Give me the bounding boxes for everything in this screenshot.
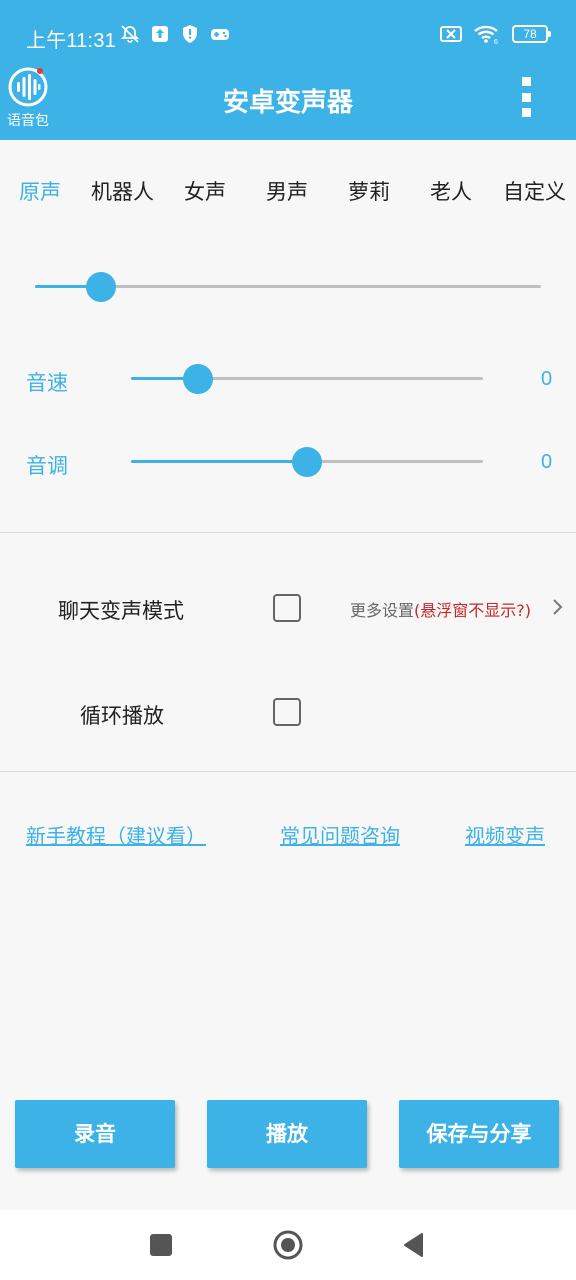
svg-text:6: 6 [494, 39, 498, 44]
more-vert-icon[interactable] [520, 77, 532, 117]
shield-icon [183, 25, 197, 43]
tab-elderly[interactable]: 老人 [430, 176, 472, 206]
status-icons-right: 6 78 [440, 24, 551, 44]
wifi-icon: 6 [474, 25, 498, 44]
chat-mode-checkbox[interactable] [273, 594, 301, 622]
tab-robot[interactable]: 机器人 [91, 176, 154, 206]
tab-male[interactable]: 男声 [266, 176, 308, 206]
upload-icon [152, 26, 168, 42]
effect-slider[interactable] [35, 270, 541, 304]
pitch-value: 0 [541, 451, 553, 473]
app-bar: 语音包 安卓变声器 [0, 60, 576, 140]
pitch-slider-thumb[interactable] [292, 447, 322, 477]
status-time: 上午11:31 [26, 30, 116, 52]
divider [0, 532, 576, 533]
tab-female[interactable]: 女声 [184, 176, 226, 206]
divider [0, 771, 576, 772]
video-voice-link[interactable]: 视频变声 [465, 820, 545, 849]
speed-value: 0 [541, 368, 553, 390]
tab-custom[interactable]: 自定义 [503, 176, 566, 206]
sim-off-icon [440, 26, 462, 42]
home-icon[interactable] [272, 1229, 304, 1261]
more-settings-label: 更多设置 [350, 601, 415, 620]
battery-icon: 78 [512, 25, 551, 43]
tutorial-link[interactable]: 新手教程（建议看） [26, 820, 206, 849]
loop-play-label: 循环播放 [80, 704, 164, 728]
floating-window-note: (悬浮窗不显示?) [414, 601, 531, 620]
recents-icon[interactable] [150, 1234, 172, 1256]
pitch-slider-fill [131, 460, 307, 463]
notification-dot [37, 68, 43, 74]
record-button[interactable]: 录音 [15, 1100, 175, 1168]
app-title: 安卓变声器 [222, 88, 353, 118]
chevron-right-icon[interactable] [551, 598, 563, 616]
voice-tabs: 原声 机器人 女声 男声 萝莉 老人 自定义 [0, 176, 576, 216]
pitch-label: 音调 [26, 454, 68, 478]
more-settings-link[interactable]: 更多设置(悬浮窗不显示?) [350, 597, 531, 621]
tab-loli[interactable]: 萝莉 [348, 176, 390, 206]
effect-slider-thumb[interactable] [85, 272, 116, 302]
chat-mode-label: 聊天变声模式 [58, 599, 184, 623]
speed-slider[interactable] [131, 362, 483, 396]
speed-label: 音速 [26, 371, 68, 395]
gamepad-icon [211, 29, 229, 40]
pitch-slider[interactable] [131, 445, 483, 479]
header: 上午11:31 6 78 语音包 安卓变声器 [0, 0, 576, 140]
play-button[interactable]: 播放 [207, 1100, 367, 1168]
tab-original[interactable]: 原声 [19, 176, 61, 206]
status-icons-left [120, 24, 230, 44]
speed-slider-thumb[interactable] [182, 364, 213, 394]
loop-play-checkbox[interactable] [273, 698, 301, 726]
navigation-bar [0, 1210, 576, 1280]
save-share-button[interactable]: 保存与分享 [399, 1100, 559, 1168]
faq-link[interactable]: 常见问题咨询 [280, 820, 400, 849]
back-icon[interactable] [402, 1232, 424, 1258]
alarm-off-icon [120, 25, 140, 43]
